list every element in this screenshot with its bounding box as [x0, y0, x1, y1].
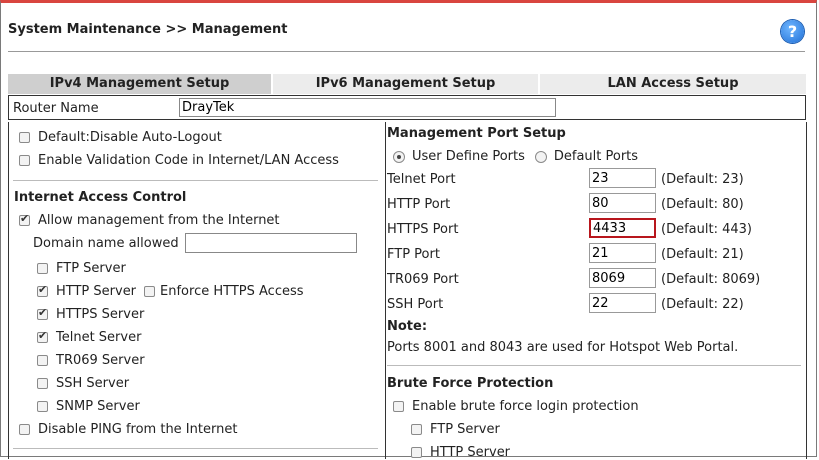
- snmp-server-label: SNMP Server: [56, 399, 140, 414]
- https-port-input[interactable]: [589, 218, 656, 238]
- user-define-label: User Define Ports: [412, 149, 525, 164]
- http-port-input[interactable]: [589, 193, 656, 213]
- ftp-port-label: FTP Port: [387, 247, 440, 262]
- validation-code-label: Enable Validation Code in Internet/LAN A…: [38, 153, 339, 168]
- telnet-port-default: (Default: 23): [661, 172, 744, 187]
- http-port-default: (Default: 80): [661, 197, 744, 212]
- https-server-label: HTTPS Server: [56, 307, 145, 322]
- ftp-port-default: (Default: 21): [661, 247, 744, 262]
- ftp-server-label: FTP Server: [56, 261, 126, 276]
- brute-force-title: Brute Force Protection: [387, 376, 554, 391]
- tr069-server-option[interactable]: TR069 Server: [37, 353, 145, 368]
- page-title: System Maintenance >> Management: [8, 22, 288, 37]
- auto-logout-checkbox[interactable]: [19, 132, 30, 143]
- allow-internet-label: Allow management from the Internet: [38, 213, 280, 228]
- domain-row: Domain name allowed: [33, 232, 357, 254]
- port-mode-radios: User Define Ports Default Ports: [393, 149, 638, 164]
- management-port-title: Management Port Setup: [387, 126, 566, 141]
- ssh-port-default: (Default: 22): [661, 297, 744, 312]
- brute-force-enable-option[interactable]: Enable brute force login protection: [393, 399, 639, 414]
- note-text: Ports 8001 and 8043 are used for Hotspot…: [387, 340, 739, 355]
- https-port-label: HTTPS Port: [387, 222, 459, 237]
- tr069-server-checkbox[interactable]: [37, 355, 48, 366]
- ssh-server-option[interactable]: SSH Server: [37, 376, 129, 391]
- router-name-row: Router Name: [8, 95, 806, 120]
- brute-ftp-checkbox[interactable]: [411, 424, 422, 435]
- section-divider: [387, 365, 801, 366]
- router-name-input[interactable]: [179, 98, 556, 117]
- brute-http-checkbox[interactable]: [411, 447, 422, 458]
- ssh-server-checkbox[interactable]: [37, 378, 48, 389]
- internet-access-title: Internet Access Control: [14, 190, 187, 205]
- ssh-port-label: SSH Port: [387, 297, 444, 312]
- telnet-server-option[interactable]: Telnet Server: [37, 329, 142, 345]
- ftp-port-input[interactable]: [589, 243, 656, 263]
- enforce-https-label: Enforce HTTPS Access: [160, 284, 304, 299]
- brute-ftp-label: FTP Server: [430, 422, 500, 437]
- brute-http-option[interactable]: HTTP Server: [411, 445, 510, 460]
- brute-force-enable-checkbox[interactable]: [393, 401, 404, 412]
- validation-code-checkbox[interactable]: [19, 155, 30, 166]
- default-ports-radio[interactable]: [534, 150, 547, 163]
- domain-input[interactable]: [184, 233, 357, 253]
- tr069-port-default: (Default: 8069): [661, 272, 761, 287]
- tr069-server-label: TR069 Server: [56, 353, 145, 368]
- disable-ping-checkbox[interactable]: [19, 424, 30, 435]
- http-server-checkbox[interactable]: [37, 283, 48, 297]
- enforce-https-checkbox[interactable]: [144, 286, 156, 297]
- telnet-server-label: Telnet Server: [56, 330, 142, 345]
- tab-bar: IPv4 Management Setup IPv6 Management Se…: [8, 74, 806, 94]
- snmp-server-option[interactable]: SNMP Server: [37, 399, 140, 414]
- telnet-port-label: Telnet Port: [387, 172, 456, 187]
- title-divider: [8, 51, 805, 52]
- auto-logout-option[interactable]: Default:Disable Auto-Logout: [19, 130, 222, 145]
- brute-force-enable-label: Enable brute force login protection: [412, 399, 639, 414]
- tr069-port-input[interactable]: [589, 268, 656, 288]
- tr069-port-label: TR069 Port: [387, 272, 459, 287]
- user-define-radio[interactable]: [393, 150, 405, 163]
- router-name-label: Router Name: [13, 101, 99, 116]
- right-panel: Management Port Setup User Define Ports …: [383, 122, 807, 460]
- auto-logout-label: Default:Disable Auto-Logout: [38, 130, 222, 145]
- default-ports-label: Default Ports: [553, 149, 639, 164]
- allow-internet-option[interactable]: Allow management from the Internet: [19, 212, 280, 228]
- ftp-server-checkbox[interactable]: [37, 263, 48, 274]
- tab-lan-access[interactable]: LAN Access Setup: [540, 74, 806, 94]
- http-port-label: HTTP Port: [387, 197, 451, 212]
- disable-ping-label: Disable PING from the Internet: [38, 422, 238, 437]
- http-server-option[interactable]: HTTP Server Enforce HTTPS Access: [37, 283, 304, 299]
- ftp-server-option[interactable]: FTP Server: [37, 261, 126, 276]
- left-panel: Default:Disable Auto-Logout Enable Valid…: [8, 122, 386, 459]
- brute-ftp-option[interactable]: FTP Server: [411, 422, 500, 437]
- https-port-default: (Default: 443): [661, 222, 752, 237]
- telnet-server-checkbox[interactable]: [37, 329, 48, 343]
- ssh-port-input[interactable]: [589, 293, 656, 313]
- https-server-option[interactable]: HTTPS Server: [37, 306, 145, 322]
- tab-ipv4-management[interactable]: IPv4 Management Setup: [8, 74, 273, 94]
- disable-ping-option[interactable]: Disable PING from the Internet: [19, 422, 237, 437]
- snmp-server-checkbox[interactable]: [37, 401, 48, 412]
- https-server-checkbox[interactable]: [37, 306, 48, 320]
- allow-internet-checkbox[interactable]: [19, 212, 30, 226]
- help-icon[interactable]: ?: [781, 20, 804, 43]
- telnet-port-input[interactable]: [589, 168, 656, 188]
- http-server-label: HTTP Server: [56, 284, 137, 299]
- ssh-server-label: SSH Server: [56, 376, 130, 391]
- section-divider: [13, 180, 378, 181]
- validation-code-option[interactable]: Enable Validation Code in Internet/LAN A…: [19, 153, 339, 168]
- brute-http-label: HTTP Server: [430, 445, 511, 460]
- tab-ipv6-management[interactable]: IPv6 Management Setup: [273, 74, 540, 94]
- domain-label: Domain name allowed: [33, 235, 179, 251]
- section-divider: [13, 448, 378, 449]
- note-title: Note:: [387, 319, 428, 334]
